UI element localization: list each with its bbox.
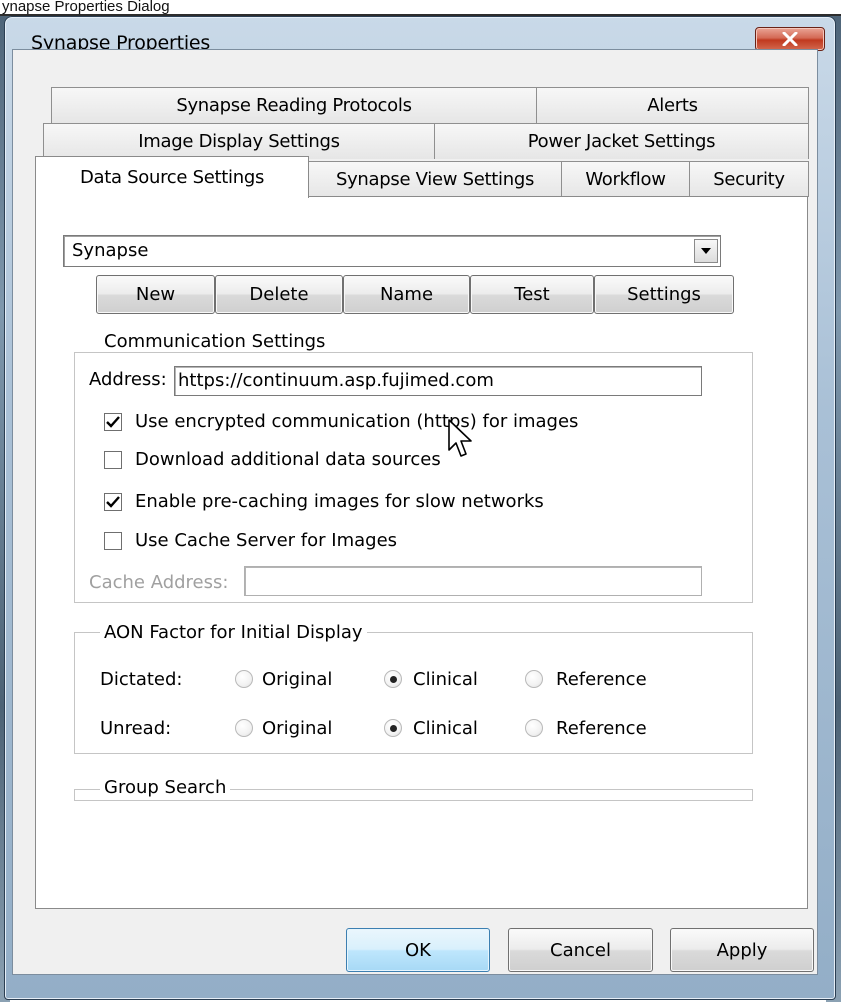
background-caption: ynapse Properties Dialog	[0, 0, 841, 16]
settings-button[interactable]: Settings	[594, 275, 734, 314]
communication-settings-legend: Communication Settings	[100, 331, 330, 352]
dictated-clinical-radio[interactable]	[384, 670, 402, 688]
tab-data-source-settings[interactable]: Data Source Settings	[35, 156, 309, 198]
dictated-reference-label: Reference	[556, 669, 647, 690]
data-source-selected-value: Synapse	[72, 240, 149, 261]
use-cache-server-checkbox[interactable]	[104, 532, 122, 550]
dictated-label: Dictated:	[100, 669, 183, 690]
close-icon	[782, 32, 798, 46]
delete-button[interactable]: Delete	[215, 275, 343, 314]
tab-image-display-settings[interactable]: Image Display Settings	[43, 123, 435, 159]
dictated-original-label: Original	[262, 669, 333, 690]
unread-reference-label: Reference	[556, 718, 647, 739]
unread-clinical-radio[interactable]	[384, 719, 402, 737]
test-button[interactable]: Test	[470, 275, 594, 314]
new-button[interactable]: New	[96, 275, 215, 314]
unread-original-label: Original	[262, 718, 333, 739]
apply-button[interactable]: Apply	[670, 928, 814, 972]
enable-precaching-label: Enable pre-caching images for slow netwo…	[135, 491, 544, 512]
unread-label: Unread:	[100, 718, 172, 739]
unread-clinical-label: Clinical	[413, 718, 478, 739]
tab-synapse-reading-protocols[interactable]: Synapse Reading Protocols	[51, 87, 537, 123]
tab-synapse-view-settings[interactable]: Synapse View Settings	[308, 161, 562, 197]
mouse-pointer-icon	[448, 419, 472, 457]
cancel-button[interactable]: Cancel	[508, 928, 653, 972]
close-button[interactable]	[755, 27, 825, 51]
dictated-original-radio[interactable]	[235, 670, 253, 688]
radio-selected-dot	[389, 675, 397, 683]
cache-address-label: Cache Address:	[89, 572, 229, 593]
download-additional-checkbox[interactable]	[104, 451, 122, 469]
dropdown-arrow-button[interactable]	[694, 239, 718, 263]
tab-security[interactable]: Security	[689, 161, 809, 197]
checkmark-icon	[106, 496, 120, 508]
radio-selected-dot	[389, 724, 397, 732]
unread-original-radio[interactable]	[235, 719, 253, 737]
address-label: Address:	[89, 369, 167, 390]
use-encrypted-checkbox[interactable]	[104, 413, 122, 431]
use-cache-server-label: Use Cache Server for Images	[135, 530, 398, 551]
dictated-clinical-label: Clinical	[413, 669, 478, 690]
cache-address-input[interactable]	[244, 566, 702, 596]
chevron-down-icon	[701, 248, 711, 254]
ok-button[interactable]: OK	[346, 928, 490, 972]
data-source-select[interactable]: Synapse	[63, 235, 721, 267]
use-encrypted-label: Use encrypted communication (https) for …	[135, 411, 579, 432]
dictated-reference-radio[interactable]	[525, 670, 543, 688]
tab-alerts[interactable]: Alerts	[536, 87, 809, 123]
tab-workflow[interactable]: Workflow	[561, 161, 690, 197]
group-search-legend: Group Search	[100, 777, 231, 798]
checkmark-icon	[106, 416, 120, 428]
aon-factor-legend: AON Factor for Initial Display	[100, 622, 367, 643]
enable-precaching-checkbox[interactable]	[104, 493, 122, 511]
unread-reference-radio[interactable]	[525, 719, 543, 737]
download-additional-label: Download additional data sources	[135, 449, 441, 470]
address-input[interactable]: https://continuum.asp.fujimed.com	[174, 366, 702, 396]
tab-power-jacket-settings[interactable]: Power Jacket Settings	[434, 123, 809, 159]
name-button[interactable]: Name	[343, 275, 470, 314]
